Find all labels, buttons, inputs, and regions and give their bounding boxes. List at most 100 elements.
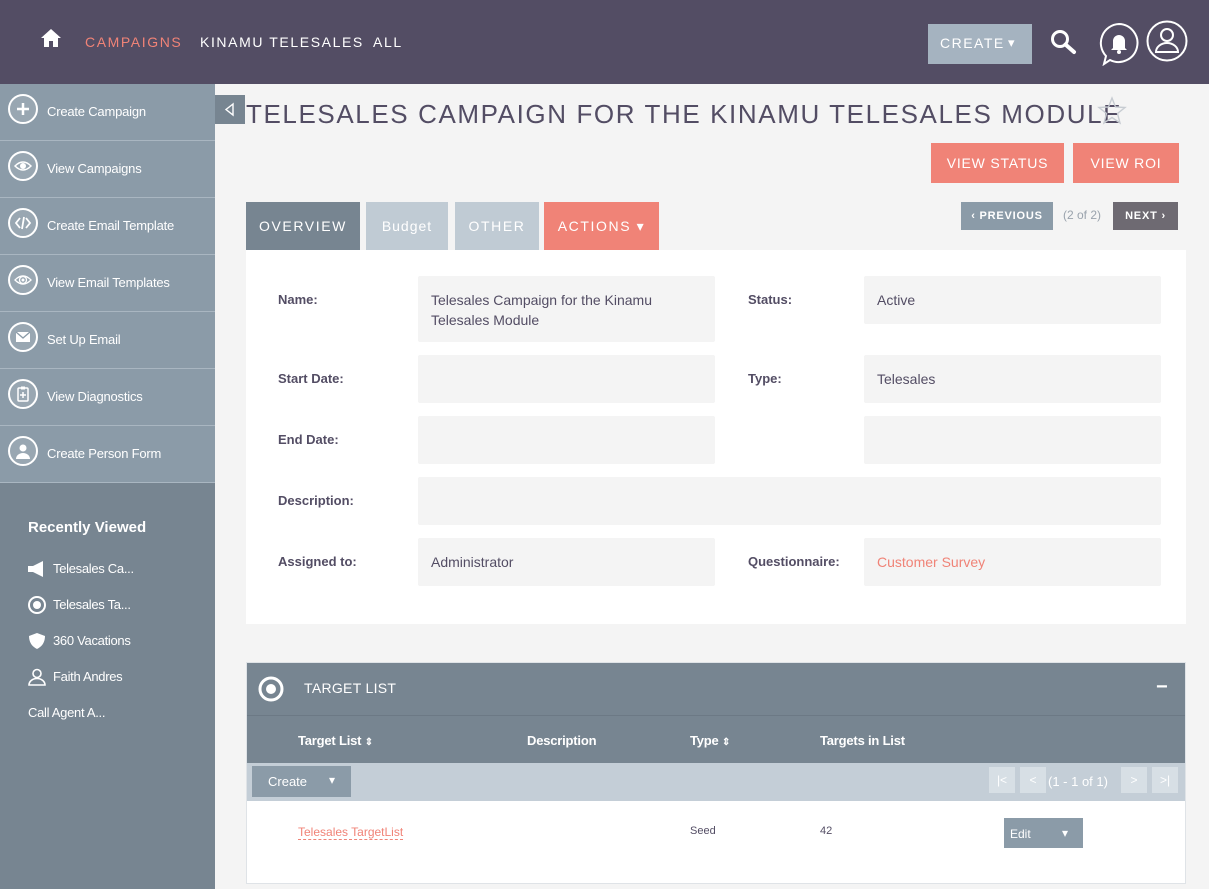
envelope-icon [8,322,38,352]
column-description: Description [527,733,597,748]
subpanel-create-button[interactable]: Create ▾ [252,766,351,797]
caret-left-icon [224,102,234,117]
view-status-button[interactable]: VIEW STATUS [931,143,1064,183]
sidebar-item-create-person-form[interactable]: Create Person Form [0,426,215,483]
sidebar: Create Campaign View Campaigns Create Em… [0,84,215,889]
next-page-button[interactable]: > [1121,767,1147,793]
view-roi-button[interactable]: VIEW ROI [1073,143,1179,183]
type-label: Type: [748,371,782,386]
sidebar-item-create-email-template[interactable]: Create Email Template [0,198,215,255]
start-date-field[interactable] [418,355,715,403]
sidebar-actions: Create Campaign View Campaigns Create Em… [0,84,215,483]
target-icon [28,596,46,614]
tab-other[interactable]: OTHER [455,202,539,250]
status-label: Status: [748,292,793,307]
recent-item[interactable]: 360 Vacations [26,631,206,651]
questionnaire-link[interactable]: Customer Survey [864,538,1161,586]
questionnaire-label: Questionnaire: [748,554,840,569]
sidebar-item-label: View Diagnostics [47,389,143,404]
sidebar-item-view-email-templates[interactable]: View Email Templates [0,255,215,312]
recent-item-label: Telesales Ca... [53,561,134,576]
sidebar-item-label: Create Campaign [47,104,146,119]
name-label: Name: [278,292,318,307]
clipboard-icon [8,379,38,409]
recent-item[interactable]: Faith Andres [26,667,206,687]
create-menu-button[interactable]: CREATE ▾ [928,24,1032,64]
start-date-label: Start Date: [278,371,344,386]
chevron-down-icon: ▾ [1008,35,1017,50]
user-profile-icon[interactable] [1146,20,1188,62]
sidebar-item-view-campaigns[interactable]: View Campaigns [0,141,215,198]
top-navbar: CAMPAIGNS KINAMU TELESALES ALL CREATE ▾ [0,0,1209,84]
column-label: Target List [298,733,362,748]
previous-button[interactable]: ‹ PREVIOUS [961,202,1053,230]
record-position: (2 of 2) [1063,208,1102,222]
end-date-label: End Date: [278,432,339,447]
type-field[interactable]: Telesales [864,355,1161,403]
sidebar-item-label: Set Up Email [47,332,121,347]
target-list-link[interactable]: Telesales TargetList [298,825,404,840]
end-date-field[interactable] [418,416,715,464]
sidebar-item-create-campaign[interactable]: Create Campaign [0,84,215,141]
recently-viewed-title: Recently Viewed [28,519,147,536]
nav-all[interactable]: ALL [373,34,403,50]
status-field[interactable]: Active [864,276,1161,324]
megaphone-icon [28,561,43,577]
recent-item-label: Telesales Ta... [53,597,131,612]
recent-item[interactable]: Telesales Ta... [26,595,206,615]
recent-item-label: Faith Andres [53,669,123,684]
page-title: TELESALES CAMPAIGN FOR THE KINAMU TELESA… [246,99,1123,129]
subpanel-toolbar: Create ▾ |< < (1 - 1 of 1) > >| [247,763,1185,801]
description-label: Description: [278,493,354,508]
sidebar-item-label: View Campaigns [47,161,142,176]
person-icon [8,436,38,466]
tab-overview[interactable]: OVERVIEW [246,202,360,250]
assigned-to-field[interactable]: Administrator [418,538,715,586]
previous-label: PREVIOUS [979,210,1043,222]
search-icon[interactable] [1049,29,1077,55]
next-label: NEXT [1125,210,1158,222]
subpanel-header[interactable]: TARGET LIST − [247,663,1185,715]
nav-kinamu-telesales[interactable]: KINAMU TELESALES [200,34,364,50]
create-label: Create [268,774,308,789]
recent-item[interactable]: Telesales Ca... [26,559,206,579]
collapse-icon[interactable]: − [1156,676,1168,699]
last-page-button[interactable]: >| [1152,767,1178,793]
sidebar-item-set-up-email[interactable]: Set Up Email [0,312,215,369]
page-range: (1 - 1 of 1) [1048,774,1108,789]
sidebar-item-view-diagnostics[interactable]: View Diagnostics [0,369,215,426]
row-edit-button[interactable]: Edit ▾ [1004,818,1083,848]
row-type: Seed [690,825,716,837]
description-field[interactable] [418,477,1161,525]
chevron-left-icon: ‹ [971,210,976,222]
home-icon[interactable] [40,28,62,48]
edit-label: Edit [1010,827,1031,841]
name-field[interactable]: Telesales Campaign for the Kinamu Telesa… [418,276,715,342]
prev-page-button[interactable]: < [1020,767,1046,793]
recent-item[interactable]: Call Agent A... [26,703,206,723]
chevron-down-icon: ▾ [329,773,336,787]
favorite-star-icon[interactable] [1097,96,1127,126]
column-label: Type [690,733,719,748]
create-label: CREATE [940,35,1005,51]
notifications-bell-icon[interactable] [1098,22,1140,66]
first-page-button[interactable]: |< [989,767,1015,793]
eye-icon [8,151,38,181]
sort-icon: ⇕ [722,737,731,748]
detail-panel: Name: Telesales Campaign for the Kinamu … [246,250,1186,624]
sort-icon: ⇕ [364,737,373,748]
column-type[interactable]: Type ⇕ [690,733,730,748]
column-target-list[interactable]: Target List ⇕ [298,733,373,748]
empty-field [864,416,1161,464]
tab-budget[interactable]: Budget [366,202,448,250]
next-button[interactable]: NEXT › [1113,202,1178,230]
sidebar-item-label: Create Person Form [47,446,162,461]
sidebar-collapse-button[interactable] [215,95,245,124]
person-icon [28,668,46,686]
subpanel-title: TARGET LIST [304,680,397,696]
chevron-right-icon: › [1161,210,1166,222]
table-row: Telesales TargetList Seed 42 Edit ▾ [247,801,1185,863]
sidebar-item-label: View Email Templates [47,275,170,290]
nav-campaigns[interactable]: CAMPAIGNS [85,34,182,50]
tab-actions[interactable]: ACTIONS ▾ [544,202,659,250]
